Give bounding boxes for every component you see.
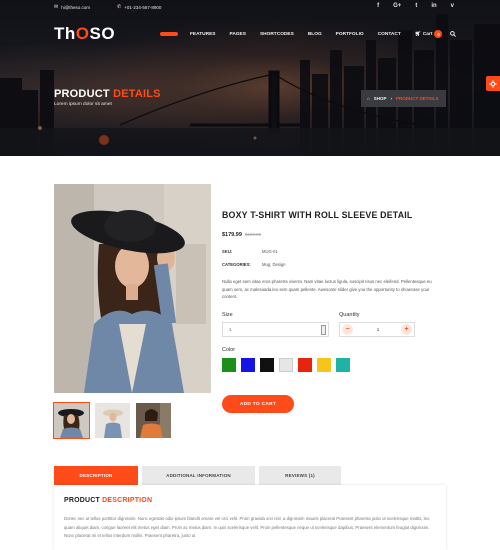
size-value: 1 [229, 327, 232, 332]
logo-text-b: SO [89, 24, 116, 43]
gear-icon [489, 79, 497, 88]
color-label: Color [222, 347, 236, 353]
sku-value: MUG-01 [262, 249, 278, 254]
twitter-icon[interactable]: t [415, 3, 417, 9]
panel-title-b: DESCRIPTION [102, 497, 153, 504]
size-select[interactable]: 1 [222, 322, 329, 337]
categories-label: CATEGORIES: [222, 262, 251, 267]
size-spinner[interactable] [321, 325, 326, 335]
color-swatches [222, 358, 350, 372]
model-photo [54, 184, 211, 393]
phone-text: +01-234-567-8900 [124, 4, 162, 10]
tab-reviews[interactable]: REVIEWS (1) [259, 466, 341, 485]
nav-blog[interactable]: BLOG [308, 32, 322, 37]
facebook-icon[interactable]: f [377, 3, 379, 9]
cart-count-badge: 0 [434, 30, 443, 38]
thumbnail-2-image [95, 403, 130, 438]
thumbnail-2[interactable] [95, 403, 130, 438]
nav-portfolio[interactable]: PORTFOLIO [336, 32, 364, 37]
panel-title-a: PRODUCT [64, 497, 101, 504]
google-plus-icon[interactable]: G+ [393, 3, 401, 9]
color-swatch-green[interactable] [222, 358, 236, 372]
tab-additional-information[interactable]: ADDITIONAL INFORMATION [142, 466, 255, 485]
site-logo[interactable]: ThOSO [54, 24, 115, 44]
thumbnail-3[interactable] [136, 403, 171, 438]
page-title-b: DETAILS [113, 88, 161, 100]
sku-label: SKU: [222, 249, 233, 254]
nav-features[interactable]: FEATURES [190, 32, 216, 37]
cart-button[interactable]: 🛒︎ Cart 0 [415, 30, 443, 38]
nav-shortcodes[interactable]: SHORTCODES [260, 32, 294, 37]
categories-row: CATEGORIES: Mug, Design [222, 262, 286, 267]
nav-home-indicator[interactable] [160, 32, 178, 36]
tab-description[interactable]: DESCRIPTION [54, 466, 138, 485]
color-swatch-red[interactable] [298, 358, 312, 372]
settings-side-tab[interactable] [486, 76, 500, 91]
phone-icon: ✆ [117, 4, 122, 10]
quantity-label: Quantity [339, 312, 360, 318]
panel-title: PRODUCT DESCRIPTION [64, 497, 152, 504]
home-icon[interactable]: ⌂ [367, 96, 370, 101]
color-swatch-teal[interactable] [336, 358, 350, 372]
nav-pages[interactable]: PAGES [230, 32, 246, 37]
top-bar: ✉ hi@theso.com ✆ +01-234-567-8900 f G+ t… [0, 0, 500, 16]
sku-row: SKU: MUG-01 [222, 249, 278, 254]
breadcrumb-shop[interactable]: SHOP [374, 96, 387, 101]
quantity-stepper: − 1 + [339, 322, 415, 337]
logo-text-a: Th [54, 24, 76, 43]
color-swatch-yellow[interactable] [317, 358, 331, 372]
color-swatch-black[interactable] [260, 358, 274, 372]
thumbnail-3-image [136, 403, 171, 438]
color-swatch-white[interactable] [279, 358, 293, 372]
breadcrumb: ⌂ SHOP › PRODUCT DETAILS [361, 90, 446, 107]
tab-panel-description: PRODUCT DESCRIPTION Donec nec ut tellus … [54, 485, 446, 550]
old-price: $199.99 [244, 232, 262, 237]
social-links: f G+ t in v [377, 3, 454, 9]
nav-contact[interactable]: CONTACT [378, 32, 401, 37]
email-contact[interactable]: ✉ hi@theso.com [54, 4, 90, 10]
cart-label: Cart [422, 31, 433, 37]
breadcrumb-current: PRODUCT DETAILS [395, 96, 439, 101]
color-swatch-blue[interactable] [241, 358, 255, 372]
quantity-plus-button[interactable]: + [401, 324, 412, 335]
logo-text-o: O [75, 24, 90, 43]
product-tabs: DESCRIPTION ADDITIONAL INFORMATION REVIE… [54, 466, 341, 485]
page-subtitle: Lorem ipsum dolor sit amet [54, 102, 112, 107]
main-nav: FEATURES PAGES SHORTCODES BLOG PORTFOLIO… [160, 30, 457, 38]
current-price: $179.99 [222, 232, 242, 238]
product-title: BOXY T-SHIRT WITH ROLL SLEEVE DETAIL [222, 210, 413, 220]
phone-contact[interactable]: ✆ +01-234-567-8900 [117, 4, 161, 10]
email-text: hi@theso.com [61, 4, 91, 10]
search-icon[interactable] [450, 31, 457, 37]
thumbnail-gallery [53, 402, 171, 439]
add-to-cart-button[interactable]: ADD TO CART [222, 395, 294, 413]
thumbnail-1[interactable] [53, 402, 90, 439]
breadcrumb-separator: › [390, 96, 392, 101]
cart-icon: 🛒︎ [414, 31, 421, 37]
product-short-description: Nulla eget sem vitae eros pharetra viver… [222, 279, 432, 300]
categories-value[interactable]: Mug, Design [262, 262, 286, 267]
panel-description-text: Donec nec ut tellus porttitor dignissim.… [64, 516, 430, 538]
page-title-a: PRODUCT [54, 88, 110, 100]
vimeo-icon[interactable]: v [451, 3, 454, 9]
product-price: $179.99 $199.99 [222, 232, 261, 238]
thumbnail-1-image [54, 403, 89, 438]
linkedin-icon[interactable]: in [431, 3, 436, 9]
mail-icon: ✉ [54, 4, 59, 10]
product-main-image[interactable] [54, 184, 211, 393]
size-label: Size [222, 312, 233, 318]
page-title: PRODUCT DETAILS [54, 88, 161, 100]
